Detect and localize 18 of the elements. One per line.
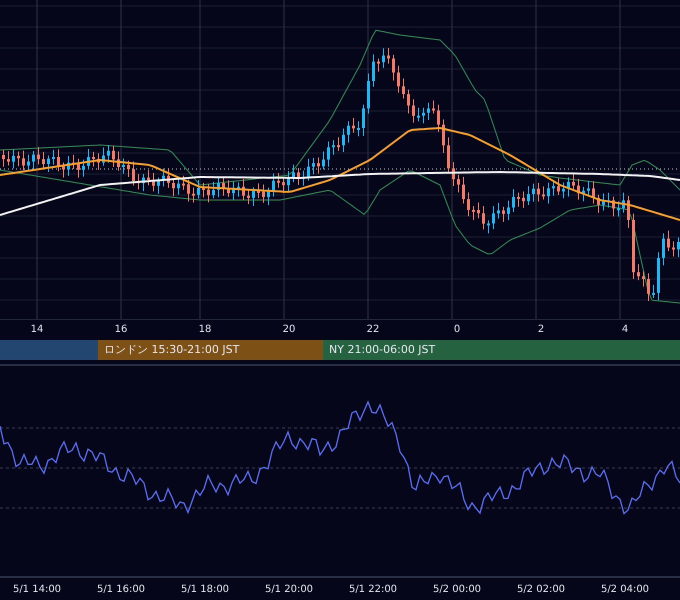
axis-label: 5/2 02:00 bbox=[516, 584, 566, 595]
axis-label: 20 bbox=[282, 324, 296, 336]
axis-label: 5/1 14:00 bbox=[12, 584, 62, 595]
axis-label: 4 bbox=[620, 324, 630, 336]
session-band: ロンドン 15:30-21:00 JST bbox=[98, 340, 323, 360]
axis-label: 5/1 16:00 bbox=[96, 584, 146, 595]
axis-label: 2 bbox=[536, 324, 546, 336]
axis-label: 0 bbox=[452, 324, 462, 336]
axis-label: 5/1 20:00 bbox=[264, 584, 314, 595]
axis-label: 14 bbox=[30, 324, 44, 336]
axis-label: 5/1 18:00 bbox=[180, 584, 230, 595]
axis-label: 22 bbox=[366, 324, 380, 336]
axis-label: 16 bbox=[114, 324, 128, 336]
session-band: NY 21:00-06:00 JST bbox=[323, 340, 680, 360]
axis-label: 18 bbox=[198, 324, 212, 336]
axis-label: 5/1 22:00 bbox=[348, 584, 398, 595]
axis-label: 5/2 00:00 bbox=[432, 584, 482, 595]
axis-label: 5/2 04:00 bbox=[600, 584, 650, 595]
